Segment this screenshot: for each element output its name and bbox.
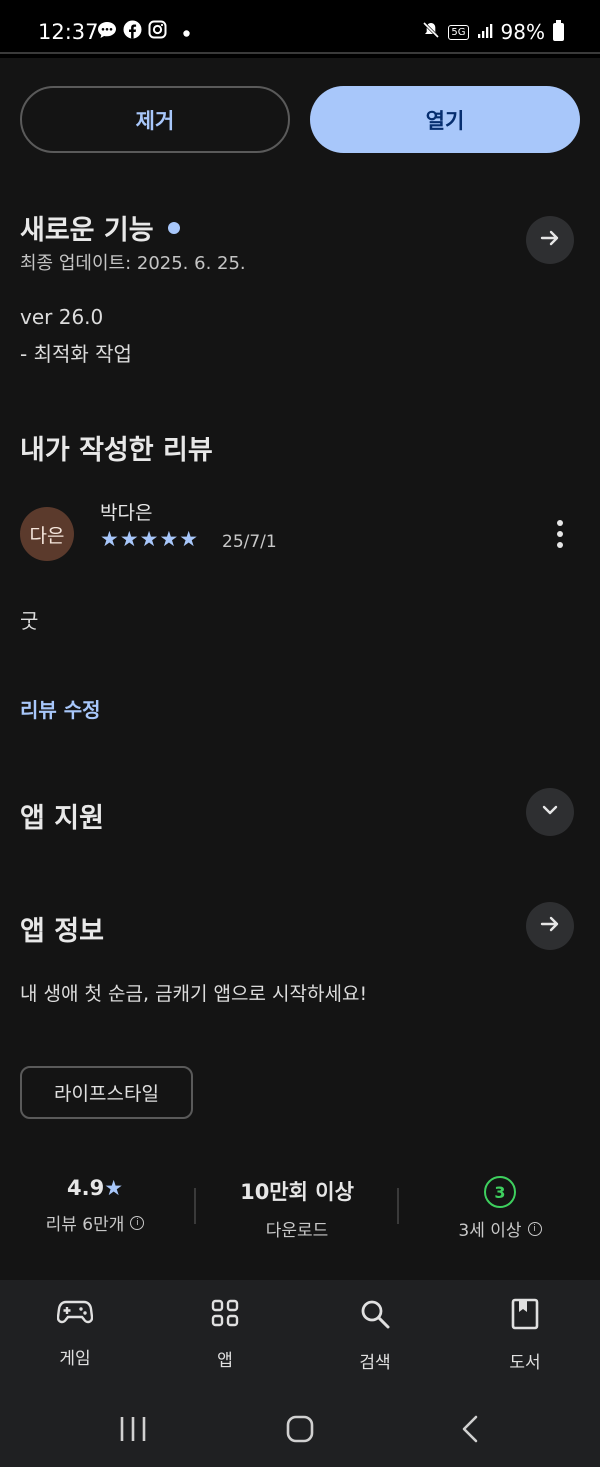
- signal-icon: [477, 20, 493, 44]
- nav-item-books[interactable]: 도서: [475, 1298, 575, 1373]
- nav-label-games: 게임: [59, 1349, 91, 1369]
- age-rating-row[interactable]: 3세 이상 i: [425, 1216, 575, 1241]
- app-description: 내 생애 첫 순금, 금캐기 앱으로 시작하세요!: [20, 983, 368, 1005]
- downloads-label: 다운로드: [265, 1221, 329, 1241]
- my-review-title: 내가 작성한 리뷰: [20, 435, 213, 466]
- nav-label-apps: 앱: [217, 1351, 233, 1371]
- remove-button[interactable]: 제거: [20, 86, 290, 153]
- stats-divider: [397, 1188, 399, 1224]
- age-rating-label: 3세 이상: [458, 1221, 522, 1241]
- age-rating-stat: 3 3세 이상 i: [425, 1176, 575, 1241]
- status-right-icons: 5G 98%: [422, 20, 564, 44]
- book-icon: [510, 1298, 540, 1334]
- info-icon: i: [130, 1215, 145, 1230]
- rating-value-row: 4.9★: [20, 1176, 170, 1200]
- avatar: 다은: [20, 507, 74, 561]
- 5g-icon: 5G: [448, 24, 469, 40]
- open-button[interactable]: 열기: [310, 86, 580, 153]
- app-info-arrow-button[interactable]: [526, 902, 574, 950]
- facebook-icon: [123, 20, 142, 44]
- back-icon[interactable]: [460, 1415, 480, 1447]
- status-left-icons: [97, 20, 190, 44]
- app-support-title[interactable]: 앱 지원: [20, 796, 104, 835]
- chat-icon: [97, 21, 117, 44]
- bottom-nav: 게임 앱 검색 도서: [0, 1280, 600, 1390]
- system-nav-bar: [0, 1390, 600, 1467]
- reviews-count: 리뷰 6만개: [45, 1215, 125, 1235]
- nav-label-books: 도서: [509, 1353, 541, 1373]
- whats-new-arrow-button[interactable]: [526, 216, 574, 264]
- nav-item-search[interactable]: 검색: [325, 1298, 425, 1373]
- battery-percent: 98%: [500, 20, 545, 44]
- star-icon: ★: [104, 1176, 124, 1200]
- stats-divider: [194, 1188, 196, 1224]
- status-divider: [0, 52, 600, 54]
- rating-stat: 4.9★ 리뷰 6만개 i: [20, 1176, 170, 1235]
- review-date: 25/7/1: [222, 532, 277, 552]
- rating-stars: ★★★★★: [100, 527, 200, 551]
- arrow-right-icon: [538, 226, 562, 254]
- last-updated: 최종 업데이트: 2025. 6. 25.: [20, 253, 246, 274]
- whats-new-header[interactable]: 새로운 기능: [20, 208, 180, 247]
- app-support-expand-button[interactable]: [526, 788, 574, 836]
- rating-value: 4.9: [66, 1176, 105, 1200]
- nav-label-search: 검색: [359, 1353, 391, 1373]
- status-time: 12:37: [38, 20, 99, 44]
- apps-grid-icon: [210, 1298, 240, 1332]
- review-author: 박다은: [100, 502, 153, 524]
- downloads-value: 10만회 이상: [240, 1180, 354, 1204]
- gamepad-icon: [56, 1298, 94, 1330]
- reviews-count-row[interactable]: 리뷰 6만개 i: [20, 1210, 170, 1235]
- whats-new-title: 새로운 기능: [20, 215, 154, 246]
- nav-item-games[interactable]: 게임: [25, 1298, 125, 1369]
- chevron-down-icon: [539, 799, 561, 825]
- arrow-right-icon: [538, 912, 562, 940]
- battery-icon: [553, 20, 564, 41]
- mute-icon: [422, 20, 440, 44]
- edit-review-link[interactable]: 리뷰 수정: [20, 694, 101, 723]
- age-rating-badge: 3: [484, 1176, 516, 1208]
- search-icon: [359, 1298, 391, 1334]
- info-icon: i: [527, 1221, 542, 1236]
- release-notes: - 최적화 작업: [20, 342, 132, 366]
- app-info-title[interactable]: 앱 정보: [20, 909, 104, 948]
- category-chip[interactable]: 라이프스타일: [20, 1066, 193, 1119]
- stats-row: 4.9★ 리뷰 6만개 i 10만회 이상 다운로드 3 3세 이상 i: [20, 1176, 580, 1246]
- dot-icon: [183, 22, 190, 42]
- nav-item-apps[interactable]: 앱: [175, 1298, 275, 1371]
- recent-apps-icon[interactable]: [118, 1416, 148, 1446]
- version-text: ver 26.0: [20, 305, 104, 329]
- instagram-icon: [148, 20, 167, 44]
- home-icon[interactable]: [286, 1415, 314, 1447]
- downloads-stat: 10만회 이상 다운로드: [222, 1176, 372, 1241]
- more-options-icon[interactable]: [546, 516, 574, 552]
- new-indicator-dot: [167, 221, 180, 234]
- review-text: 굿: [20, 609, 39, 633]
